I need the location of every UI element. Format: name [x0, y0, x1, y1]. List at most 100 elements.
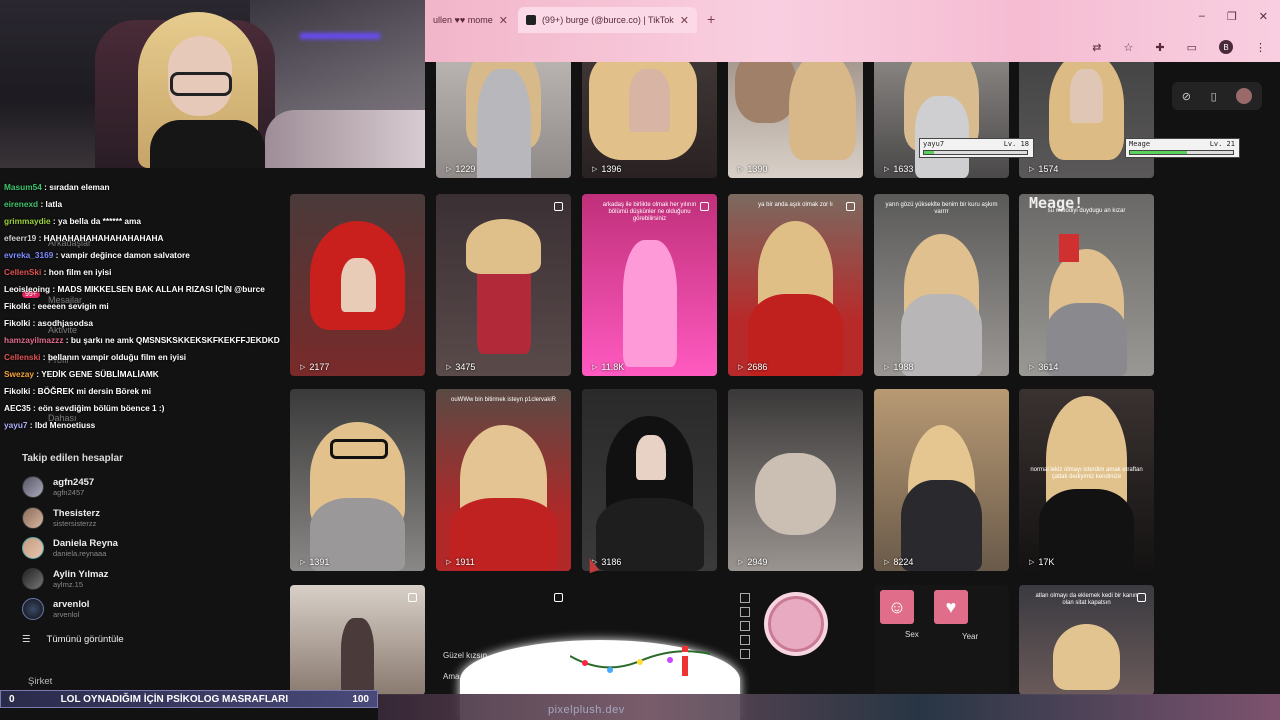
- view-count: ▷ 1391: [300, 557, 330, 567]
- chat-username[interactable]: hamzayilmazzz: [4, 335, 63, 345]
- star-icon[interactable]: ☆: [1124, 41, 1134, 54]
- chat-username[interactable]: Cellenski: [4, 352, 40, 362]
- close-icon[interactable]: ✕: [499, 14, 508, 27]
- account-username: daniela.reynaaa: [53, 549, 107, 558]
- tab-tiktok[interactable]: (99+) burge (@burce.co) | TikTok ✕: [517, 7, 697, 33]
- video-caption: ouWWw bin bitirmek isteyn p1clervakiR: [450, 397, 557, 403]
- view-count: ▷ 11.8K: [592, 362, 625, 372]
- view-count: ▷ 1988: [884, 362, 914, 372]
- profile-avatar[interactable]: [1236, 88, 1253, 104]
- video-caption: arkadaş ile birlikte olmak her yılının b…: [602, 202, 697, 222]
- avatar: [22, 598, 44, 620]
- following-account[interactable]: Aylin Yılmaz aylmz.15: [22, 568, 108, 590]
- close-icon[interactable]: ✕: [680, 14, 689, 27]
- view-count: ▷ 8224: [884, 557, 914, 567]
- chat-username[interactable]: Leoisleoing: [4, 284, 50, 294]
- translate-icon[interactable]: ⇄: [1092, 41, 1101, 54]
- view-count: ▷ 3475: [446, 362, 476, 372]
- chat-separator: :: [38, 199, 46, 209]
- extensions-icon[interactable]: ✚: [1155, 41, 1164, 54]
- chat-username[interactable]: grimmaydie: [4, 216, 51, 226]
- tab-previous[interactable]: ullen ♥♥ mome ✕: [425, 7, 516, 33]
- video-tile[interactable]: ▷ 1391: [290, 389, 425, 571]
- video-tile[interactable]: Meage! su melodiyi duydugu an kızar ▷ 361…: [1019, 194, 1154, 376]
- screen: { "browser": { "tabs": [ {"label": "ulle…: [0, 0, 1280, 720]
- chat-text: asodhjasodsa: [37, 318, 93, 328]
- play-icon: ▷: [1029, 364, 1035, 371]
- play-icon: ▷: [884, 559, 890, 566]
- video-tile[interactable]: normal lekiz olmayı isterdim amak etraft…: [1019, 389, 1154, 571]
- chat-username[interactable]: Fikolki: [4, 386, 30, 396]
- profile-avatar[interactable]: B: [1219, 40, 1233, 54]
- minimize-button[interactable]: –: [1199, 10, 1205, 23]
- player-hud: yayu7 Lv. 18: [919, 138, 1034, 158]
- chat-separator: :: [30, 318, 38, 328]
- ticker-text: LOL OYNADIĞIM İÇİN PSİKOLOG MASRAFLARI: [60, 693, 289, 705]
- play-icon: ▷: [738, 364, 744, 371]
- video-tile[interactable]: yarın gözü yükseklte benim bir kuru aşkı…: [874, 194, 1009, 376]
- chat-username[interactable]: evreka_3169: [4, 250, 53, 260]
- play-icon: ▷: [446, 559, 452, 566]
- video-tile[interactable]: ▷ 2177: [290, 194, 425, 376]
- account-username: sistersisterzz: [53, 519, 97, 528]
- chat-text: eeeeen sevigin mi: [37, 301, 109, 311]
- view-count: ▷ 1390: [738, 164, 768, 174]
- view-count: ▷ 1633: [884, 164, 914, 174]
- chat-text: sıradan eleman: [49, 182, 110, 192]
- chat-separator: :: [36, 233, 44, 243]
- play-icon: ▷: [884, 364, 890, 371]
- video-caption: atlan olmayı da eklemek kedi bir kanın o…: [1035, 593, 1138, 606]
- following-account[interactable]: Daniela Reyna daniela.reynaaa: [22, 537, 118, 559]
- cast-icon[interactable]: ▭: [1187, 41, 1197, 54]
- compass-icon[interactable]: ⊘: [1182, 90, 1191, 103]
- chat-username[interactable]: AEC35: [4, 403, 31, 413]
- list-icon: ☰: [22, 634, 31, 645]
- following-account[interactable]: Thesisterz sistersisterzz: [22, 507, 100, 529]
- video-tile[interactable]: ▷ 3475: [436, 194, 571, 376]
- chat-message: Masum54 : sıradan eleman: [0, 179, 300, 196]
- following-account[interactable]: agfn2457 agfn2457: [22, 476, 94, 498]
- chat-username[interactable]: CellenSki: [4, 267, 41, 277]
- video-caption: su melodiyi duydugu an kızar: [1047, 208, 1126, 214]
- chat-text: HAHAHAHAHAHAHAHAHAHA: [43, 233, 164, 243]
- chat-username[interactable]: Fikolki: [4, 318, 30, 328]
- video-tile[interactable]: ▷ 3186: [582, 389, 717, 571]
- chat-text: vampir değince damon salvatore: [60, 250, 190, 260]
- chat-username[interactable]: yayu7: [4, 420, 28, 430]
- video-tile[interactable]: ya bir anda aşık olmak zor lı ▷ 2686: [728, 194, 863, 376]
- timer-ring: [764, 592, 828, 656]
- play-icon: ▷: [1029, 166, 1035, 173]
- phone-icon[interactable]: ▯: [1211, 90, 1217, 103]
- video-tile[interactable]: [290, 585, 425, 695]
- chat-text: bellanın vampir olduğu film en iyisi: [47, 352, 187, 362]
- video-tile[interactable]: arkadaş ile birlikte olmak her yılının b…: [582, 194, 717, 376]
- chat-username[interactable]: eirenexd: [4, 199, 38, 209]
- company-link[interactable]: Şirket: [28, 676, 52, 687]
- view-all-button[interactable]: ☰ Tümünü görüntüle: [22, 634, 124, 645]
- chat-username[interactable]: Swezay: [4, 369, 34, 379]
- account-name: Aylin Yılmaz: [53, 569, 109, 580]
- menu-icon[interactable]: ⋮: [1255, 41, 1266, 54]
- video-tile[interactable]: atlan olmayı da eklemek kedi bir kanın o…: [1019, 585, 1154, 695]
- chat-username[interactable]: Fikolki: [4, 301, 30, 311]
- avatar: [22, 568, 44, 590]
- close-window-button[interactable]: ✕: [1259, 10, 1268, 23]
- chat-message: Swezay : YEDİK GENE SÜBLİMALİAMK: [0, 366, 300, 383]
- new-tab-button[interactable]: +: [707, 11, 715, 27]
- christmas-lights-icon: [570, 646, 710, 676]
- chat-username[interactable]: Masum54: [4, 182, 42, 192]
- year-label: Year: [962, 632, 979, 641]
- following-account[interactable]: arvenlol arvenlol: [22, 598, 89, 620]
- maximize-button[interactable]: ❐: [1227, 10, 1237, 23]
- video-tile[interactable]: ▷ 8224: [874, 389, 1009, 571]
- hp-bar: [923, 150, 1028, 155]
- video-tile[interactable]: ouWWw bin bitirmek isteyn p1clervakiR ▷ 1…: [436, 389, 571, 571]
- tab-strip: ullen ♥♥ mome ✕ (99+) burge (@burce.co) …: [425, 5, 715, 33]
- account-name: arvenlol: [53, 599, 90, 610]
- avatar: [22, 476, 44, 498]
- gender-year-icons: ☺ ♥: [880, 590, 968, 624]
- video-tile[interactable]: ▷ 2949: [728, 389, 863, 571]
- watermark: pixelplush.dev: [548, 704, 625, 716]
- chat-username[interactable]: efeerr19: [4, 233, 36, 243]
- photo-icon: [1137, 593, 1146, 602]
